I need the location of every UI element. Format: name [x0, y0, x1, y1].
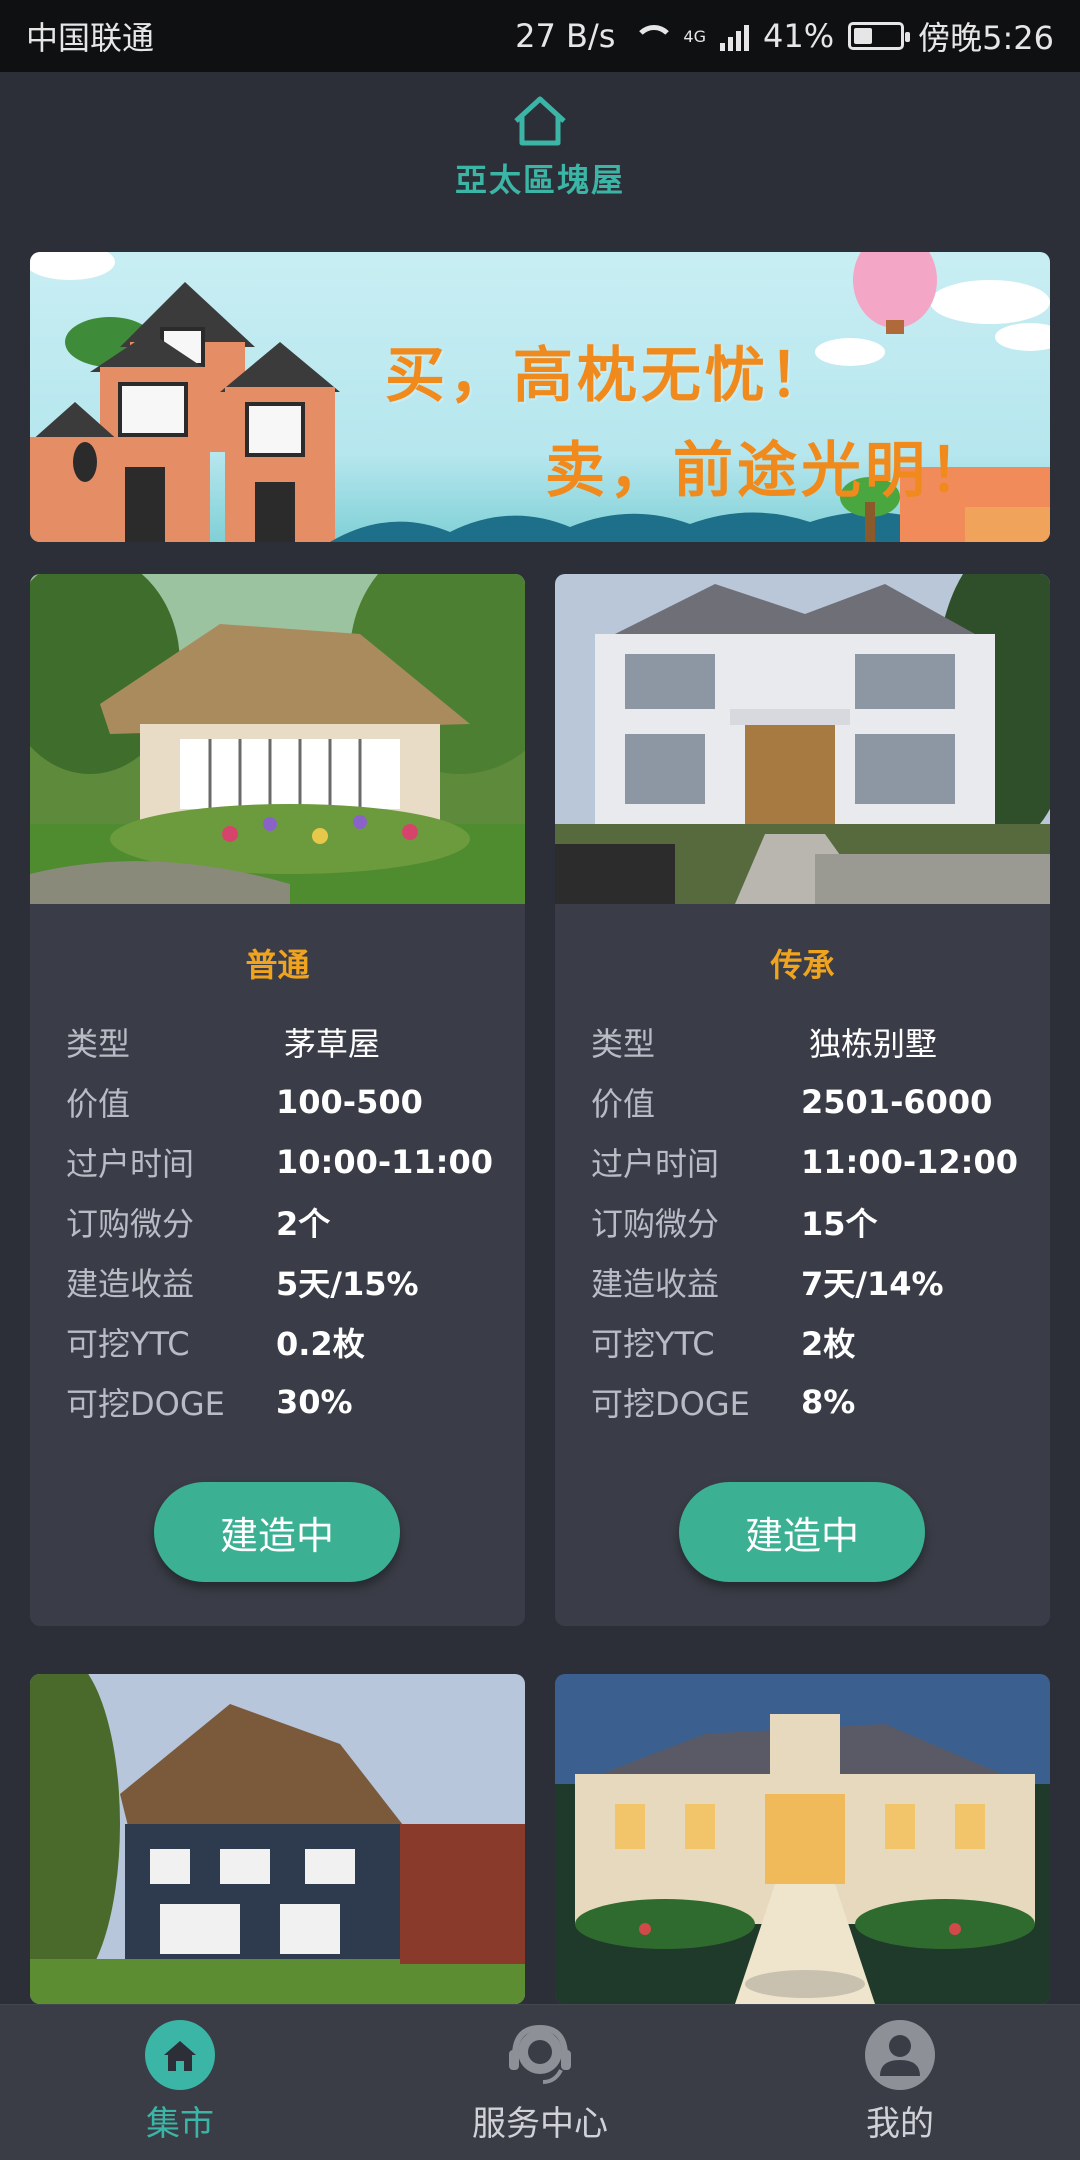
mansion-image [555, 1674, 1050, 2004]
card-details: 传承 类型 独栋别墅 价值 2501-6000 过户时间 11:00-12:00… [555, 904, 1050, 1626]
spec-value: 0.2枚 [276, 1325, 365, 1363]
spec-value: 2个 [276, 1205, 331, 1243]
spec-label: 价值 [591, 1085, 656, 1123]
nav-label: 服务中心 [472, 2104, 608, 2144]
thatched-cottage-image [30, 574, 525, 904]
signal-icon [720, 21, 749, 51]
spec-value: 2枚 [801, 1325, 856, 1363]
status-bar: 中国联通 27 B/s 4G 41% 傍晚5:26 [0, 0, 1080, 72]
spec-label: 过户时间 [591, 1145, 720, 1183]
building-button[interactable]: 建造中 [154, 1482, 400, 1582]
house-photo-mansion[interactable] [555, 1674, 1050, 2004]
spec-label: 可挖DOGE [66, 1385, 225, 1423]
spec-value: 5天/15% [276, 1265, 419, 1303]
promo-banner[interactable]: 买，高枕无忧！ 卖，前途光明！ [30, 252, 1050, 542]
battery-fill [854, 28, 873, 44]
spec-label: 订购微分 [591, 1205, 720, 1243]
headset-icon [505, 2020, 575, 2090]
spec-label: 过户时间 [66, 1145, 195, 1183]
battery-percent: 41% [763, 17, 835, 55]
clock: 傍晚5:26 [918, 19, 1054, 57]
home-icon [514, 96, 566, 146]
spec-label: 建造收益 [66, 1265, 195, 1303]
house-photo-villa[interactable] [555, 574, 1050, 904]
brand-title: 亞太區塊屋 [454, 161, 625, 199]
card-tier-title: 普通 [245, 946, 310, 984]
building-button[interactable]: 建造中 [679, 1482, 925, 1582]
spec-value: 100-500 [276, 1083, 423, 1121]
user-icon [865, 2020, 935, 2090]
house-photo-dark-cabin[interactable] [30, 1674, 525, 2004]
spec-value: 独栋别墅 [809, 1025, 938, 1063]
spec-label: 可挖YTC [591, 1325, 715, 1363]
bottom-nav: 集市 服务中心 我的 [0, 2004, 1080, 2160]
spec-row-doge: 可挖DOGE 30% [30, 1372, 525, 1432]
spec-label: 类型 [591, 1025, 656, 1063]
spec-value: 11:00-12:00 [801, 1143, 1018, 1181]
spec-label: 可挖DOGE [591, 1385, 750, 1423]
spec-row-build-yield: 建造收益 7天/14% [555, 1252, 1050, 1312]
spec-row-type: 类型 茅草屋 [30, 1012, 525, 1072]
nav-label: 集市 [146, 2104, 214, 2144]
spec-row-transfer-time: 过户时间 11:00-12:00 [555, 1132, 1050, 1192]
spec-label: 价值 [66, 1085, 131, 1123]
spec-value: 15个 [801, 1205, 878, 1243]
spec-label: 类型 [66, 1025, 131, 1063]
spec-row-type: 类型 独栋别墅 [555, 1012, 1050, 1072]
spec-row-value: 价值 100-500 [30, 1072, 525, 1132]
nav-service-center[interactable]: 服务中心 [360, 2005, 720, 2160]
app-header: 亞太區塊屋 [0, 72, 1080, 222]
spec-value: 2501-6000 [801, 1083, 993, 1121]
spec-label: 可挖YTC [66, 1325, 190, 1363]
spec-row-doge: 可挖DOGE 8% [555, 1372, 1050, 1432]
spec-row-ytc: 可挖YTC 2枚 [555, 1312, 1050, 1372]
network-speed: 27 B/s [515, 17, 616, 55]
spec-value: 30% [276, 1383, 353, 1421]
home-icon [145, 2020, 215, 2090]
spec-label: 订购微分 [66, 1205, 195, 1243]
house-card-mansion[interactable] [555, 1674, 1050, 2004]
nav-profile[interactable]: 我的 [720, 2005, 1080, 2160]
house-card-thatch[interactable]: 普通 类型 茅草屋 价值 100-500 过户时间 10:00-11:00 订购… [30, 574, 525, 1626]
card-tier-title: 传承 [770, 946, 835, 984]
banner-text-buy: 买，高枕无忧！ [385, 341, 833, 411]
banner-text-sell: 卖，前途光明！ [545, 436, 993, 506]
spec-row-transfer-time: 过户时间 10:00-11:00 [30, 1132, 525, 1192]
status-indicators: 27 B/s 4G 41% 傍晚5:26 [515, 13, 1054, 59]
spec-row-value: 价值 2501-6000 [555, 1072, 1050, 1132]
spec-value: 8% [801, 1383, 856, 1421]
spec-row-ytc: 可挖YTC 0.2枚 [30, 1312, 525, 1372]
spec-value: 茅草屋 [284, 1025, 381, 1063]
spec-row-build-yield: 建造收益 5天/15% [30, 1252, 525, 1312]
network-type: 4G [683, 27, 706, 46]
wifi-icon [629, 21, 676, 51]
spec-value: 7天/14% [801, 1265, 944, 1303]
house-card-villa[interactable]: 传承 类型 独栋别墅 价值 2501-6000 过户时间 11:00-12:00… [555, 574, 1050, 1626]
card-details: 普通 类型 茅草屋 价值 100-500 过户时间 10:00-11:00 订购… [30, 904, 525, 1626]
dark-cabin-image [30, 1674, 525, 2004]
spec-value: 10:00-11:00 [276, 1143, 493, 1181]
spec-label: 建造收益 [591, 1265, 720, 1303]
house-photo-thatch[interactable] [30, 574, 525, 904]
battery-icon [848, 22, 911, 50]
villa-image [555, 574, 1050, 904]
nav-label: 我的 [866, 2104, 934, 2144]
nav-market[interactable]: 集市 [0, 2005, 360, 2160]
spec-row-order-points: 订购微分 15个 [555, 1192, 1050, 1252]
house-card-dark-cabin[interactable] [30, 1674, 525, 2004]
carrier-name: 中国联通 [26, 19, 155, 57]
spec-row-order-points: 订购微分 2个 [30, 1192, 525, 1252]
